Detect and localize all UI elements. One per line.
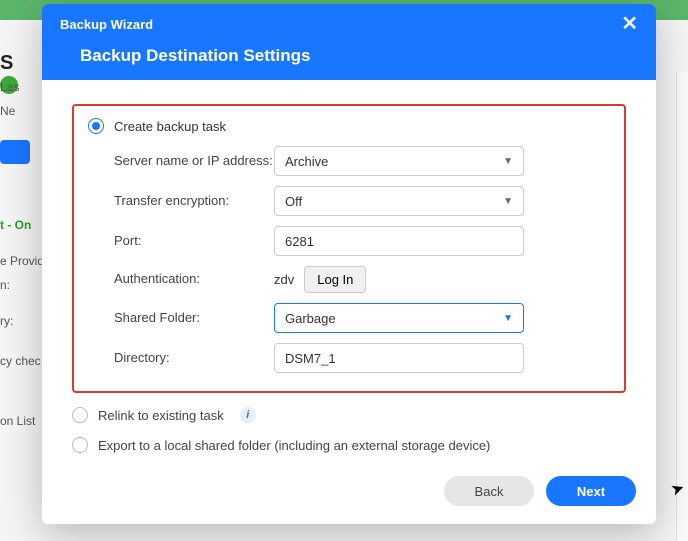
radio-unselected-icon xyxy=(72,437,88,453)
next-button[interactable]: Next xyxy=(546,476,636,506)
login-button[interactable]: Log In xyxy=(304,266,366,293)
shared-folder-value: Garbage xyxy=(285,311,336,326)
option-create-label: Create backup task xyxy=(114,119,226,134)
server-select[interactable]: Archive ▼ xyxy=(274,146,524,176)
chevron-down-icon: ▼ xyxy=(503,156,513,167)
shared-folder-select[interactable]: Garbage ▼ xyxy=(274,303,524,333)
background-right-edge xyxy=(676,72,688,541)
option-export-label: Export to a local shared folder (includi… xyxy=(98,438,490,453)
directory-input[interactable]: DSM7_1 xyxy=(274,343,524,373)
modal-title: Backup Wizard xyxy=(60,17,153,32)
encryption-value: Off xyxy=(285,194,302,209)
bg-text-fragment: e Provid xyxy=(0,250,42,272)
background-left-column: S Las Ne t - On e Provid n: ry: cy chec … xyxy=(0,50,42,434)
port-label: Port: xyxy=(114,233,274,250)
bg-text-fragment: Las xyxy=(0,76,42,98)
close-icon[interactable]: ✕ xyxy=(621,14,638,34)
modal-header: Backup Wizard ✕ Backup Destination Setti… xyxy=(42,4,656,80)
directory-label: Directory: xyxy=(114,350,274,367)
bg-text-fragment: cy chec xyxy=(0,350,42,372)
info-icon[interactable]: i xyxy=(240,407,256,423)
auth-label: Authentication: xyxy=(114,271,274,288)
folder-label: Shared Folder: xyxy=(114,310,274,327)
back-button[interactable]: Back xyxy=(444,476,534,506)
bg-text-fragment: Ne xyxy=(0,100,42,122)
port-input[interactable]: 6281 xyxy=(274,226,524,256)
auth-user: zdv xyxy=(274,272,294,287)
bg-status-fragment: t - On xyxy=(0,214,42,236)
encryption-select[interactable]: Off ▼ xyxy=(274,186,524,216)
option-relink[interactable]: Relink to existing task i xyxy=(72,407,626,423)
option-create-backup[interactable]: Create backup task xyxy=(88,118,610,134)
port-value: 6281 xyxy=(285,234,314,249)
bg-text-fragment: on List xyxy=(0,410,42,432)
bg-title-fragment: S xyxy=(0,52,42,74)
highlighted-create-section: Create backup task Server name or IP add… xyxy=(72,104,626,393)
directory-value: DSM7_1 xyxy=(285,351,336,366)
chevron-down-icon: ▼ xyxy=(503,196,513,207)
encryption-label: Transfer encryption: xyxy=(114,193,274,210)
modal-footer: Back Next xyxy=(42,462,656,524)
option-relink-label: Relink to existing task xyxy=(98,408,224,423)
modal-subtitle: Backup Destination Settings xyxy=(60,46,638,66)
radio-selected-icon xyxy=(88,118,104,134)
option-export[interactable]: Export to a local shared folder (includi… xyxy=(72,437,626,453)
radio-unselected-icon xyxy=(72,407,88,423)
server-value: Archive xyxy=(285,154,328,169)
server-label: Server name or IP address: xyxy=(114,153,274,170)
backup-wizard-modal: Backup Wizard ✕ Backup Destination Setti… xyxy=(42,4,656,524)
chevron-down-icon: ▼ xyxy=(503,313,513,324)
bg-text-fragment: ry: xyxy=(0,310,42,332)
bg-text-fragment: n: xyxy=(0,274,42,296)
bg-button-fragment[interactable] xyxy=(0,140,30,164)
modal-body: Create backup task Server name or IP add… xyxy=(42,80,656,462)
